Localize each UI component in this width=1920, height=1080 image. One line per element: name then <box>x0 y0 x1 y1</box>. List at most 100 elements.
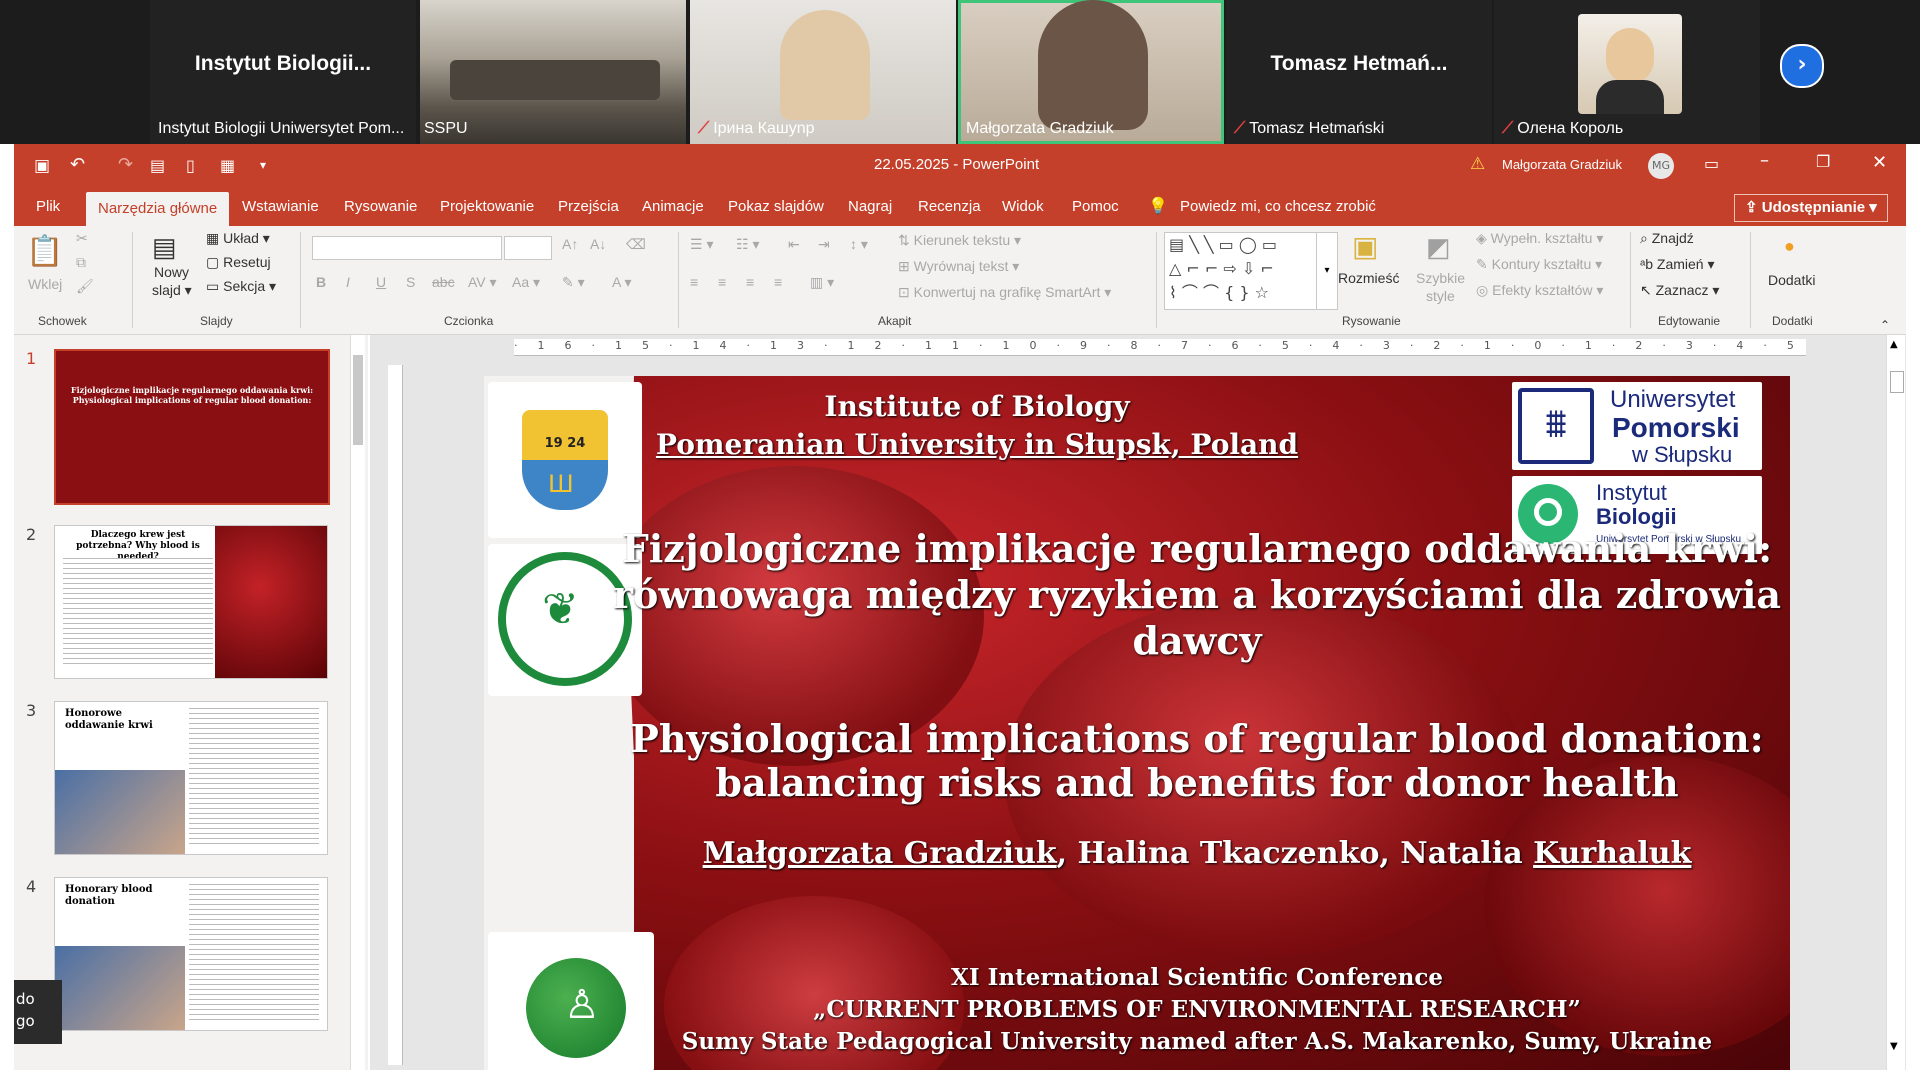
slide-thumbnail-4[interactable]: Honorary blood donation <box>54 877 328 1031</box>
tab-animations[interactable]: Animacje <box>642 188 704 226</box>
scrollbar-thumb[interactable] <box>1890 371 1904 393</box>
scrollbar-thumb[interactable] <box>353 355 363 445</box>
customize-toolbar-icon[interactable]: ▾ <box>260 158 266 172</box>
tab-review[interactable]: Recenzja <box>918 188 981 226</box>
share-button[interactable]: ⇪ Udostępnianie ▾ <box>1734 194 1888 222</box>
shape-outline-button[interactable]: ✎ Kontury kształtu ▾ <box>1476 256 1602 273</box>
arrange-button[interactable]: Rozmieść <box>1338 270 1399 286</box>
open-file-icon[interactable]: ▦ <box>220 156 235 175</box>
tab-design[interactable]: Projektowanie <box>440 188 534 226</box>
collapse-ribbon-icon[interactable]: ⌃ <box>1880 318 1890 332</box>
current-slide[interactable]: 19 24 Ш ❦ ♙ ⩩ Uniwersytet Pomorski w Słu… <box>484 376 1790 1070</box>
undo-icon[interactable]: ↶ <box>70 154 85 175</box>
new-slide-label-2[interactable]: slajd ▾ <box>152 282 192 299</box>
font-color-icon[interactable]: A ▾ <box>612 274 631 291</box>
slide-thumbnail-2[interactable]: Dlaczego krew jest potrzebna? Why blood … <box>54 525 328 679</box>
addins-icon[interactable]: ● <box>1784 236 1795 257</box>
align-text-button[interactable]: ⊞ Wyrównaj tekst ▾ <box>898 258 1019 275</box>
shapes-more-icon[interactable]: ▾ <box>1316 232 1338 310</box>
text-direction-button[interactable]: ⇅ Kierunek tekstu ▾ <box>898 232 1021 249</box>
redo-icon[interactable]: ↷ <box>118 154 133 175</box>
tab-view[interactable]: Widok <box>1002 188 1044 226</box>
columns-icon[interactable]: ▥ ▾ <box>810 274 834 291</box>
increase-indent-icon[interactable]: ⇥ <box>818 236 830 253</box>
close-icon[interactable]: ✕ <box>1872 152 1887 173</box>
justify-icon[interactable]: ≡ <box>774 274 782 290</box>
tab-slideshow[interactable]: Pokaz slajdów <box>728 188 824 226</box>
new-slide-icon[interactable]: ▤ <box>152 232 177 263</box>
format-painter-icon[interactable]: 🖌 <box>76 278 94 295</box>
ribbon-display-icon[interactable]: ▭ <box>1704 154 1719 173</box>
paste-button[interactable]: Wklej <box>28 276 62 292</box>
find-button[interactable]: ⌕ Znajdź <box>1640 230 1694 247</box>
shapes-gallery[interactable]: ▤ ╲ ╲ ▭ ◯ ▭ △ ⌐ ⌐ ⇨ ⇩ ⌐ ⌇ ⌒ ⌒ { } ☆ <box>1164 232 1318 310</box>
quick-styles-label-2[interactable]: style <box>1426 288 1455 304</box>
align-left-icon[interactable]: ≡ <box>690 274 698 290</box>
underline-icon[interactable]: U <box>376 274 386 290</box>
char-spacing-icon[interactable]: AV ▾ <box>468 274 497 291</box>
bullets-icon[interactable]: ☰ ▾ <box>690 236 713 253</box>
minimize-icon[interactable]: – <box>1760 150 1769 171</box>
participant-tile-2[interactable]: SSPU <box>420 0 686 144</box>
avatar[interactable]: MG <box>1648 153 1674 179</box>
arrange-icon[interactable]: ▣ <box>1352 230 1378 263</box>
presentation-icon[interactable]: ▤ <box>150 156 165 175</box>
clear-format-icon[interactable]: ⌫ <box>626 236 646 253</box>
participant-tile-4-active[interactable]: Małgorzata Gradziuk <box>958 0 1224 144</box>
editor-scrollbar[interactable]: ▲ ▼ <box>1886 335 1905 1070</box>
paste-icon[interactable]: 📋 <box>26 234 63 269</box>
tab-help[interactable]: Pomoc <box>1072 188 1119 226</box>
reset-button[interactable]: ▢ Resetuj <box>206 254 271 271</box>
tab-insert[interactable]: Wstawianie <box>242 188 319 226</box>
tab-transitions[interactable]: Przejścia <box>558 188 619 226</box>
shadow-icon[interactable]: S <box>406 274 415 290</box>
logo-text: Pomorski <box>1612 412 1740 443</box>
layout-button[interactable]: ▦ Układ ▾ <box>206 230 270 247</box>
font-size-select[interactable] <box>504 236 552 260</box>
strikethrough-icon[interactable]: abc <box>432 274 455 290</box>
select-button[interactable]: ↖ Zaznacz ▾ <box>1640 282 1719 299</box>
scroll-up-icon[interactable]: ▲ <box>1890 339 1898 350</box>
quick-styles-button[interactable]: Szybkie <box>1416 270 1465 286</box>
participant-tile-3[interactable]: ⟋ Ірина Кашуnр <box>690 0 956 144</box>
new-slide-button[interactable]: Nowy <box>154 264 189 280</box>
slide-thumbnail-1[interactable]: Fizjologiczne implikacje regularnego odd… <box>54 349 330 505</box>
participant-tile-5[interactable]: Tomasz Hetmań... ⟋ Tomasz Hetmański <box>1226 0 1492 144</box>
save-icon[interactable]: ▣ <box>34 156 50 176</box>
shrink-font-icon[interactable]: A↓ <box>590 236 606 252</box>
highlight-icon[interactable]: ✎ ▾ <box>562 274 585 291</box>
copy-icon[interactable]: ⧉ <box>76 254 86 271</box>
section-button[interactable]: ▭ Sekcja ▾ <box>206 278 276 295</box>
restore-icon[interactable]: ❐ <box>1816 152 1830 171</box>
tab-file[interactable]: Plik <box>36 188 60 226</box>
tab-draw[interactable]: Rysowanie <box>344 188 417 226</box>
bold-icon[interactable]: B <box>316 274 326 290</box>
thumbnails-scrollbar[interactable] <box>350 335 365 1070</box>
align-center-icon[interactable]: ≡ <box>718 274 726 290</box>
font-family-select[interactable] <box>312 236 502 260</box>
change-case-icon[interactable]: Aa ▾ <box>512 274 540 291</box>
grow-font-icon[interactable]: A↑ <box>562 236 578 252</box>
shape-fill-button[interactable]: ◈ Wypełn. kształtu ▾ <box>1476 230 1603 247</box>
numbering-icon[interactable]: ☷ ▾ <box>736 236 759 253</box>
participant-tile-1[interactable]: Instytut Biologii... Instytut Biologii U… <box>150 0 416 144</box>
replace-button[interactable]: ᵃb Zamień ▾ <box>1640 256 1715 273</box>
align-right-icon[interactable]: ≡ <box>746 274 754 290</box>
next-participants-button[interactable]: › <box>1780 44 1824 88</box>
italic-icon[interactable]: I <box>346 274 350 290</box>
slide-thumbnail-3[interactable]: Honorowe oddawanie krwi <box>54 701 328 855</box>
cut-icon[interactable]: ✂ <box>76 230 88 247</box>
decrease-indent-icon[interactable]: ⇤ <box>788 236 800 253</box>
tab-home[interactable]: Narzędzia główne <box>86 192 230 226</box>
new-file-icon[interactable]: ▯ <box>186 156 195 175</box>
shape-effects-button[interactable]: ◎ Efekty kształtów ▾ <box>1476 282 1603 299</box>
quick-styles-icon[interactable]: ◩ <box>1426 232 1451 263</box>
participant-tile-6[interactable]: ⟋ Олена Король <box>1494 0 1760 144</box>
addins-button[interactable]: Dodatki <box>1768 272 1815 288</box>
tell-me-search[interactable]: Powiedz mi, co chcesz zrobić <box>1180 188 1376 226</box>
user-name[interactable]: Małgorzata Gradziuk <box>1502 157 1622 172</box>
scroll-down-icon[interactable]: ▼ <box>1890 1041 1898 1052</box>
tab-record[interactable]: Nagraj <box>848 188 892 226</box>
smartart-button[interactable]: ⊡ Konwertuj na grafikę SmartArt ▾ <box>898 284 1111 301</box>
line-spacing-icon[interactable]: ↕ ▾ <box>850 236 868 253</box>
